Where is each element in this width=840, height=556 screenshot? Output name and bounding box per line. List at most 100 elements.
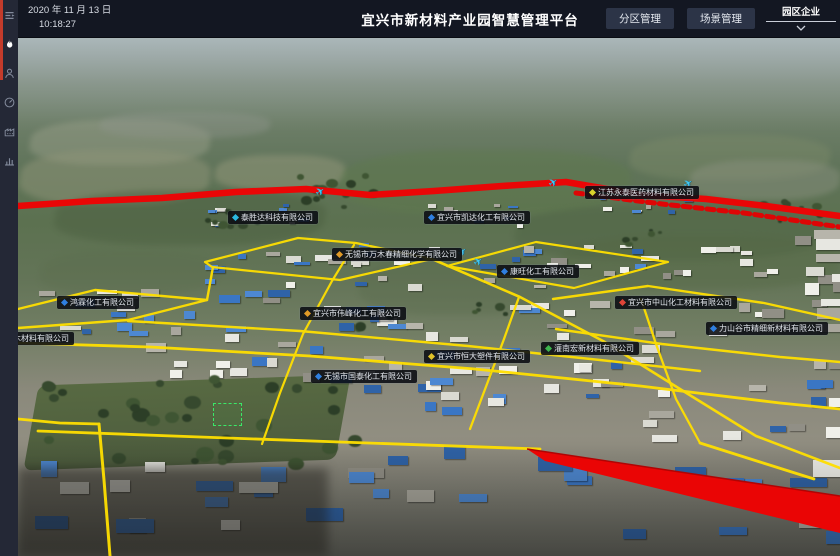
- building: [620, 267, 630, 273]
- building: [512, 257, 519, 261]
- company-label[interactable]: 宜兴市恒大塑件有限公司: [424, 350, 530, 363]
- building: [441, 392, 459, 400]
- building: [430, 378, 453, 385]
- building: [668, 210, 675, 214]
- company-label[interactable]: 灌南宏新材料有限公司: [541, 342, 639, 355]
- company-label[interactable]: 江苏永泰医药材料有限公司: [585, 186, 699, 199]
- building: [749, 385, 766, 390]
- tree: [196, 447, 214, 461]
- building: [510, 305, 531, 309]
- building: [286, 282, 295, 288]
- building: [353, 262, 361, 267]
- building: [310, 346, 323, 354]
- building: [141, 289, 159, 297]
- page-title: 宜兴市新材料产业园智慧管理平台: [361, 0, 579, 37]
- building: [488, 398, 504, 406]
- building: [428, 204, 436, 208]
- company-label[interactable]: 宜兴市伟峰化工有限公司: [300, 307, 406, 320]
- building: [829, 398, 840, 407]
- tree: [495, 303, 504, 311]
- building: [821, 299, 840, 307]
- dropdown-label: 园区企业: [766, 4, 836, 22]
- company-label-text: 宜兴市伟峰化工有限公司: [313, 310, 401, 318]
- building: [741, 251, 752, 255]
- building: [239, 482, 278, 493]
- building: [221, 520, 240, 530]
- building: [635, 264, 646, 269]
- building: [196, 481, 233, 491]
- company-label[interactable]: 宜兴市凯达化工有限公司: [424, 211, 530, 224]
- gauge-icon[interactable]: [3, 96, 16, 109]
- building: [407, 490, 434, 502]
- building: [517, 224, 523, 229]
- person-icon[interactable]: [3, 67, 16, 80]
- building: [278, 342, 296, 348]
- building: [110, 480, 130, 491]
- building: [226, 326, 246, 332]
- tree: [301, 196, 311, 204]
- bar-chart-icon[interactable]: [3, 154, 16, 167]
- company-label-text: 宜兴市恒大塑件有限公司: [437, 353, 525, 361]
- building: [408, 284, 422, 291]
- tree: [503, 312, 508, 316]
- company-marker-icon: [315, 373, 322, 380]
- building: [700, 478, 743, 495]
- company-label[interactable]: 无锡市万木春精细化学有限公司: [332, 248, 462, 261]
- building: [658, 390, 670, 397]
- company-marker-icon: [232, 214, 239, 221]
- building: [184, 311, 195, 319]
- building: [205, 279, 214, 284]
- building: [35, 516, 68, 528]
- tree: [184, 396, 201, 409]
- tree: [156, 380, 165, 387]
- building: [216, 361, 229, 367]
- company-label[interactable]: 宜兴市中山化工材料有限公司: [615, 296, 737, 309]
- building: [174, 361, 187, 367]
- building: [294, 262, 310, 265]
- company-label-text: 泰胜达科技有限公司: [241, 214, 313, 222]
- company-label-text: 宜兴市中山化工材料有限公司: [628, 299, 732, 307]
- company-marker-icon: [501, 268, 508, 275]
- building: [406, 323, 423, 329]
- tree: [58, 389, 66, 396]
- building: [683, 270, 691, 276]
- building: [450, 368, 471, 373]
- building: [829, 363, 840, 369]
- company-label[interactable]: 泰胜达科技有限公司: [228, 211, 318, 224]
- building: [544, 384, 560, 393]
- company-label[interactable]: 无锡市国泰化工有限公司: [311, 370, 417, 383]
- building: [623, 529, 646, 538]
- fire-icon[interactable]: [3, 38, 16, 51]
- building: [217, 208, 225, 211]
- building: [811, 397, 827, 407]
- building: [442, 407, 462, 415]
- building: [425, 402, 436, 411]
- building: [283, 204, 289, 207]
- company-marker-icon: [336, 251, 343, 258]
- company-label-text: 无锡市国泰化工有限公司: [324, 373, 412, 381]
- zone-management-button[interactable]: 分区管理: [606, 8, 674, 29]
- company-marker-icon: [428, 214, 435, 221]
- building: [805, 283, 820, 295]
- building: [586, 394, 599, 399]
- company-label-text: 康旺化工有限公司: [510, 268, 574, 276]
- building: [261, 467, 286, 482]
- company-label[interactable]: 康旺化工有限公司: [497, 265, 579, 278]
- terrain-patch: [687, 160, 840, 200]
- tree: [625, 242, 632, 248]
- selection-box: [213, 403, 242, 426]
- building: [230, 368, 247, 376]
- building: [820, 380, 832, 388]
- scene-management-button[interactable]: 场景管理: [687, 8, 755, 29]
- building: [547, 324, 567, 328]
- building: [267, 358, 278, 367]
- building: [814, 361, 826, 369]
- building: [789, 424, 805, 431]
- menu-icon[interactable]: [3, 9, 16, 22]
- company-label-text: 江苏永泰医药材料有限公司: [598, 189, 694, 197]
- company-label[interactable]: 力山谷市精细新材料有限公司: [706, 322, 828, 335]
- building: [524, 246, 534, 253]
- company-label[interactable]: 鸿霖化工有限公司: [57, 296, 139, 309]
- park-enterprise-dropdown[interactable]: 园区企业: [768, 4, 834, 31]
- factory-icon[interactable]: [3, 125, 16, 138]
